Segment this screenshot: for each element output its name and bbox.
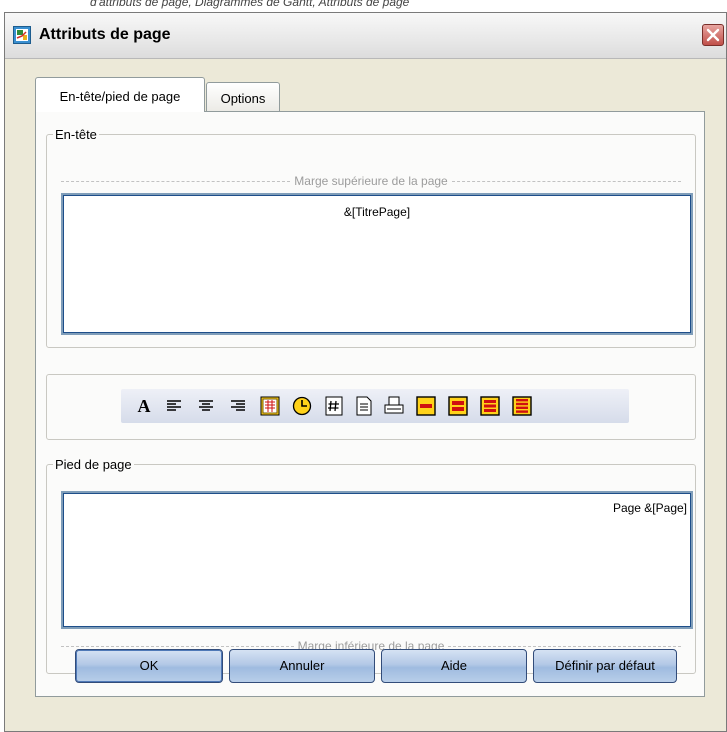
page-count-button[interactable] <box>353 395 375 417</box>
formatting-toolbar: A <box>121 389 629 423</box>
formatting-toolbar-group: A <box>46 374 696 440</box>
title-bar: Attributs de page <box>5 13 726 59</box>
help-button[interactable]: Aide <box>381 649 527 683</box>
tab-header-footer[interactable]: En-tête/pied de page <box>35 77 205 112</box>
tab-panel: En-tête Marge supérieure de la page &[Ti… <box>35 111 705 697</box>
header-text-area[interactable]: &[TitrePage] <box>61 193 693 335</box>
insert-column-4-icon <box>512 396 532 416</box>
window-title: Attributs de page <box>39 26 171 43</box>
insert-date-button[interactable] <box>259 395 281 417</box>
insert-column-2-icon <box>448 396 468 416</box>
page-number-icon <box>325 396 343 416</box>
font-icon: A <box>137 395 151 416</box>
footer-text-area[interactable]: Page &[Page] <box>61 491 693 629</box>
header-group: En-tête Marge supérieure de la page &[Ti… <box>46 127 696 348</box>
app-icon <box>13 26 31 44</box>
align-right-icon <box>231 400 245 411</box>
page-number-button[interactable] <box>323 395 345 417</box>
tab-options[interactable]: Options <box>206 82 280 111</box>
align-center-button[interactable] <box>195 395 217 417</box>
insert-field-3-button[interactable] <box>479 395 501 417</box>
footer-content: Page &[Page] <box>612 501 687 515</box>
date-icon <box>260 396 280 416</box>
align-right-button[interactable] <box>227 395 249 417</box>
document-icon <box>356 396 372 416</box>
insert-column-3-icon <box>480 396 500 416</box>
insert-field-4-button[interactable] <box>511 395 533 417</box>
footer-group: Pied de page Page &[Page] Marge inférieu… <box>46 457 696 674</box>
print-icon <box>384 396 404 414</box>
dialog-buttons: OK Annuler Aide Définir par défaut <box>5 649 727 689</box>
cancel-button[interactable]: Annuler <box>229 649 375 683</box>
caption-text: d'attributs de page, Diagrammes de Gantt… <box>90 0 410 9</box>
background-caption: d'attributs de page, Diagrammes de Gantt… <box>0 0 727 12</box>
insert-column-icon <box>416 396 436 416</box>
footer-legend: Pied de page <box>53 457 134 472</box>
top-margin-label: Marge supérieure de la page <box>294 174 448 188</box>
font-button[interactable]: A <box>133 395 155 417</box>
close-icon <box>706 28 720 42</box>
insert-field-2-button[interactable] <box>447 395 469 417</box>
insert-field-1-button[interactable] <box>415 395 437 417</box>
time-icon <box>292 396 312 416</box>
header-legend: En-tête <box>53 127 99 142</box>
top-margin-indicator: Marge supérieure de la page <box>61 174 681 188</box>
header-content: &[TitrePage] <box>343 205 411 219</box>
close-button[interactable] <box>702 24 724 46</box>
insert-time-button[interactable] <box>291 395 313 417</box>
set-default-button[interactable]: Définir par défaut <box>533 649 677 683</box>
ok-button[interactable]: OK <box>75 649 223 683</box>
print-date-button[interactable] <box>383 395 405 417</box>
align-center-icon <box>199 400 213 411</box>
align-left-button[interactable] <box>163 395 185 417</box>
dialog-window: Attributs de page En-tête/pied de page O… <box>4 12 727 732</box>
align-left-icon <box>167 400 181 411</box>
